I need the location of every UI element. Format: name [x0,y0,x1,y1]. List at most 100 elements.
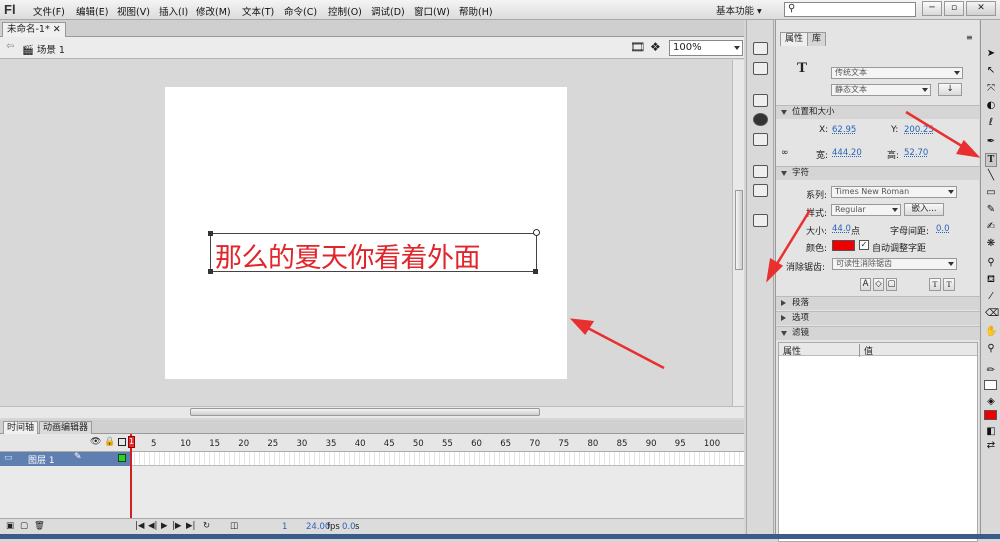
default-colors-icon[interactable]: ◧ [985,426,997,438]
3d-rotation-tool-icon[interactable]: ◐ [985,100,997,112]
subselection-tool-icon[interactable]: ↖ [985,65,997,77]
loop-icon[interactable]: ↻ [203,521,210,531]
color-panel-icon[interactable] [753,42,768,55]
menu-help[interactable]: 帮助(H) [459,4,493,18]
minimize-button[interactable]: ─ [922,1,942,16]
pen-tool-icon[interactable]: ✒ [985,136,997,148]
lock-icon[interactable]: 🔒 [104,437,115,447]
menu-view[interactable]: 视图(V) [117,4,150,18]
letter-spacing-value[interactable]: 0.0 [936,224,950,234]
font-family-select[interactable]: Times New Roman [831,186,957,198]
pencil-tool-icon[interactable]: ✎ [985,204,997,216]
edit-scene-icon[interactable]: 🎞 [630,40,645,54]
current-frame-readout[interactable]: 1 [282,522,287,532]
menu-window[interactable]: 窗口(W) [414,4,450,18]
restore-button[interactable]: ▫ [944,1,964,16]
stroke-color-icon[interactable]: ✏ [985,365,997,377]
align-panel-icon[interactable] [753,94,768,107]
section-paragraph[interactable]: 段落 [776,296,980,310]
menu-commands[interactable]: 命令(C) [284,4,317,18]
edit-symbol-icon[interactable]: ❖ [650,40,661,54]
fill-color-swatch[interactable] [984,410,997,420]
width-value[interactable]: 444.20 [832,148,862,158]
document-tab[interactable]: 未命名-1* ✕ [2,22,66,37]
panel-menu-icon[interactable]: ≡ [966,33,973,42]
text-type-select[interactable]: 静态文本 [831,84,931,96]
menu-control[interactable]: 控制(O) [328,4,362,18]
transform-panel-icon[interactable] [753,133,768,146]
tab-timeline[interactable]: 时间轴 [3,421,39,434]
embed-button[interactable]: 嵌入... [904,203,944,216]
back-arrow-icon[interactable]: ⇦ [6,41,14,52]
first-frame-icon[interactable]: |◀ [135,521,144,531]
vertical-scrollbar[interactable] [732,60,744,406]
selection-tool-icon[interactable]: ➤ [985,48,997,60]
onion-skin-icon[interactable]: ◫ [230,521,238,531]
outline-icon[interactable] [118,438,126,446]
menu-edit[interactable]: 编辑(E) [76,4,108,18]
horizontal-scroll-thumb[interactable] [190,408,540,416]
prev-frame-icon[interactable]: ◀| [148,521,157,531]
delete-layer-icon[interactable]: 🗑 [34,521,45,531]
height-value[interactable]: 52.70 [904,148,928,158]
text-engine-select[interactable]: 传统文本 [831,67,963,79]
motion-presets-icon[interactable] [753,214,768,227]
checkbox-checked-icon[interactable]: ✓ [859,240,869,250]
x-value[interactable]: 62.95 [832,125,856,135]
play-icon[interactable]: ▶ [161,521,168,531]
resize-handle-bl[interactable] [208,269,213,274]
text-color-swatch[interactable] [832,240,855,251]
new-folder-icon[interactable]: ▢ [20,521,28,531]
layer-row[interactable]: ▭ 图层 1 ✎ [0,452,130,466]
tab-properties[interactable]: 属性 [780,32,809,46]
close-tab-icon[interactable]: ✕ [53,24,61,35]
close-button[interactable]: ✕ [966,1,996,16]
code-snippets-icon[interactable] [753,165,768,178]
eye-icon[interactable]: 👁 [90,437,101,447]
zoom-tool-icon[interactable]: ⚲ [985,343,997,355]
section-character[interactable]: 字符 [776,166,980,180]
playhead-frame-marker[interactable]: 1 [128,436,135,448]
selected-text-field[interactable]: 那么的夏天你看着外面 [208,229,540,274]
eraser-tool-icon[interactable]: ⌫ [985,308,999,320]
swatches-panel-icon[interactable] [753,62,768,75]
swap-colors-icon[interactable]: ⇄ [985,440,997,452]
new-layer-icon[interactable]: ▣ [6,521,14,531]
lasso-tool-icon[interactable]: ℓ [985,117,997,129]
menu-modify[interactable]: 修改(M) [196,4,231,18]
paint-bucket-tool-icon[interactable]: ⛾ [985,274,997,286]
workspace-switcher[interactable]: 基本功能 ▾ [716,3,762,17]
section-filters[interactable]: 滤镜 [776,326,980,340]
layer-color-swatch[interactable] [118,454,126,462]
info-panel-icon[interactable] [753,113,768,126]
y-value[interactable]: 200.25 [904,125,934,135]
deco-tool-icon[interactable]: ❋ [985,238,997,250]
frames-row[interactable] [130,452,744,466]
tab-library[interactable]: 库 [807,32,827,46]
menu-insert[interactable]: 插入(I) [159,4,188,18]
scene-breadcrumb[interactable]: 🎬 场景 1 [22,42,65,56]
size-value[interactable]: 44.0 [832,224,851,234]
rectangle-tool-icon[interactable]: ▭ [985,187,997,199]
fill-color-icon[interactable]: ◈ [985,396,997,408]
link-icon[interactable]: ∞ [781,148,789,158]
components-icon[interactable] [753,184,768,197]
resize-handle-br[interactable] [533,269,538,274]
width-handle[interactable] [533,229,540,236]
brush-tool-icon[interactable]: ✍ [985,221,997,233]
search-input[interactable]: ⚲ [784,2,916,17]
html-render-button[interactable]: ◇ [873,278,884,291]
next-frame-icon[interactable]: |▶ [172,521,181,531]
tab-motion-editor[interactable]: 动画编辑器 [39,421,93,434]
line-tool-icon[interactable]: ╲ [985,170,997,182]
superscript-button[interactable]: T [929,278,941,291]
vertical-scroll-thumb[interactable] [735,190,743,270]
free-transform-tool-icon[interactable]: ⤧ [985,83,997,95]
stroke-color-swatch[interactable] [984,380,997,390]
filters-list[interactable]: 属性 值 [778,342,978,542]
menu-file[interactable]: 文件(F) [33,4,65,18]
section-options[interactable]: 选项 [776,311,980,325]
subscript-button[interactable]: T [943,278,955,291]
selectable-button[interactable]: A [860,278,871,291]
menu-text[interactable]: 文本(T) [242,4,274,18]
